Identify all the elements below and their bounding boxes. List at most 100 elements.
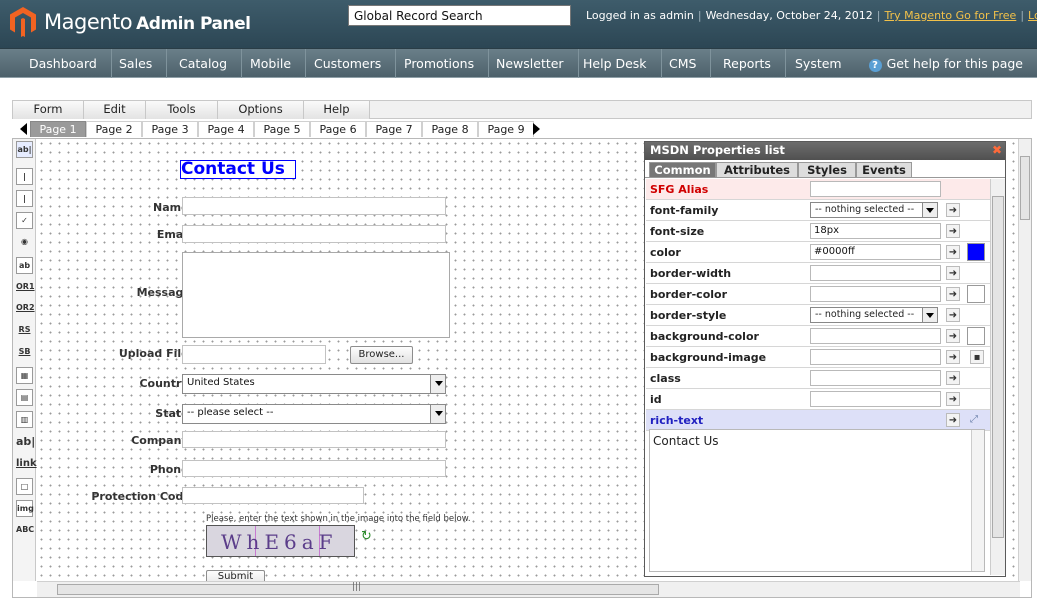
font-size-input[interactable]: 18px [810, 223, 941, 239]
close-icon[interactable]: ✖ [992, 142, 1002, 159]
nav-item-dashboard[interactable]: Dashboard [15, 49, 112, 78]
logout-link[interactable]: Log Out [1028, 9, 1037, 22]
sfg-alias-input[interactable] [810, 181, 941, 197]
page-tab-9[interactable]: Page 9 [478, 121, 534, 137]
tab-styles[interactable]: Styles [798, 162, 856, 178]
apply-icon[interactable]: ➜ [946, 224, 960, 238]
menu-tools[interactable]: Tools [146, 101, 218, 119]
captcha-tool-icon[interactable]: ABC [16, 522, 34, 539]
option-group-2-tool-icon[interactable]: OR2 [16, 300, 35, 317]
page-tab-3[interactable]: Page 3 [142, 121, 198, 137]
browse-button[interactable]: Browse... [350, 346, 413, 364]
label-tool-icon[interactable]: ab [16, 257, 33, 274]
text-tool-icon[interactable]: ab| [16, 434, 35, 451]
link-tool-icon[interactable]: link [16, 456, 37, 473]
protection-code-field[interactable] [182, 487, 364, 504]
border-color-input[interactable] [810, 286, 941, 302]
background-image-input[interactable] [810, 349, 941, 365]
font-family-select[interactable]: -- nothing selected -- [810, 202, 938, 218]
menu-edit[interactable]: Edit [84, 101, 146, 119]
id-input[interactable] [810, 391, 941, 407]
rich-text-editor[interactable]: Contact Us [649, 429, 985, 572]
password-tool-icon[interactable]: | [16, 190, 33, 207]
option-group-1-tool-icon[interactable]: OR1 [16, 279, 35, 296]
apply-icon[interactable]: ➜ [946, 371, 960, 385]
country-select[interactable]: United States [182, 374, 446, 394]
page-tab-7[interactable]: Page 7 [366, 121, 422, 137]
apply-icon[interactable]: ➜ [946, 308, 960, 322]
properties-scrollbar[interactable] [990, 179, 1005, 575]
class-input[interactable] [810, 370, 941, 386]
list-tool-icon[interactable]: ▤ [16, 389, 33, 406]
page-tab-8[interactable]: Page 8 [422, 121, 478, 137]
tab-events[interactable]: Events [856, 162, 912, 178]
reset-tool-icon[interactable]: RS [16, 322, 33, 339]
background-color-swatch[interactable] [967, 327, 985, 345]
nav-item-catalog[interactable]: Catalog [165, 49, 243, 78]
email-field[interactable] [182, 225, 446, 243]
try-magento-go-link[interactable]: Try Magento Go for Free [884, 9, 1016, 22]
apply-icon[interactable]: ➜ [946, 203, 960, 217]
nav-item-sales[interactable]: Sales [105, 49, 168, 78]
workspace-vertical-scrollbar[interactable] [1018, 139, 1031, 581]
border-width-input[interactable] [810, 265, 941, 281]
nav-item-newsletter[interactable]: Newsletter [482, 49, 579, 78]
nav-item-promotions[interactable]: Promotions [390, 49, 490, 78]
nav-item-cms[interactable]: CMS [655, 49, 712, 78]
page-tab-1[interactable]: Page 1 [30, 121, 86, 137]
box-tool-icon[interactable]: □ [16, 478, 33, 495]
refresh-captcha-icon[interactable]: ↻ [361, 529, 372, 544]
apply-icon[interactable]: ➜ [946, 392, 960, 406]
table-tool-icon[interactable]: ▥ [16, 411, 33, 428]
border-style-select[interactable]: -- nothing selected -- [810, 307, 938, 323]
tab-common[interactable]: Common [649, 162, 716, 178]
apply-icon[interactable]: ➜ [946, 329, 960, 343]
background-color-input[interactable] [810, 328, 941, 344]
grid-tool-icon[interactable]: ▦ [16, 367, 33, 384]
menu-options[interactable]: Options [218, 101, 304, 119]
image-tool-icon[interactable]: img [16, 500, 34, 517]
upload-file-input[interactable] [182, 345, 326, 364]
magento-logo[interactable]: Magento Admin Panel [10, 6, 251, 38]
menu-help[interactable]: Help [304, 101, 370, 119]
page-tab-2[interactable]: Page 2 [86, 121, 142, 137]
phone-field[interactable] [182, 460, 446, 477]
rich-text-scrollbar[interactable] [971, 430, 984, 571]
checkbox-tool-icon[interactable]: ✓ [16, 212, 33, 229]
page-tab-4[interactable]: Page 4 [198, 121, 254, 137]
logged-in-text: Logged in as admin [586, 9, 694, 22]
tabs-left-arrow-icon[interactable] [20, 123, 27, 135]
textbox-tool-icon[interactable]: | [16, 168, 33, 185]
state-select[interactable]: -- please select -- [182, 404, 446, 424]
nav-item-customers[interactable]: Customers [300, 49, 397, 78]
nav-item-reports[interactable]: Reports [709, 49, 786, 78]
nav-item-help-desk[interactable]: Help Desk [569, 49, 662, 78]
border-color-swatch[interactable] [967, 285, 985, 303]
apply-icon[interactable]: ➜ [946, 287, 960, 301]
apply-icon[interactable]: ➜ [946, 350, 960, 364]
tab-attributes[interactable]: Attributes [716, 162, 798, 178]
apply-icon[interactable]: ➜ [946, 266, 960, 280]
image-picker-icon[interactable]: ▪ [970, 350, 984, 364]
tabs-right-arrow-icon[interactable] [533, 123, 540, 135]
company-field[interactable] [182, 431, 446, 448]
message-textarea[interactable] [182, 252, 450, 338]
name-field[interactable] [182, 197, 446, 215]
page-tab-6[interactable]: Page 6 [310, 121, 366, 137]
radio-tool-icon[interactable]: ◉ [16, 234, 33, 251]
global-search-input[interactable] [348, 5, 571, 26]
expand-icon[interactable]: ⤢ [967, 413, 981, 427]
color-input[interactable]: #0000ff [810, 244, 941, 260]
help-link[interactable]: ? Get help for this page [868, 49, 1023, 78]
nav-item-system[interactable]: System [781, 49, 856, 78]
submit-tool-icon[interactable]: SB [16, 344, 33, 361]
nav-item-mobile[interactable]: Mobile [236, 49, 307, 78]
apply-icon[interactable]: ➜ [946, 245, 960, 259]
color-swatch[interactable] [967, 243, 985, 261]
contact-us-title[interactable]: Contact Us [180, 160, 296, 179]
workspace-horizontal-scrollbar[interactable]: ||| [37, 581, 1020, 597]
menu-form[interactable]: Form [13, 101, 84, 119]
apply-icon[interactable]: ➜ [946, 413, 960, 427]
page-tab-5[interactable]: Page 5 [254, 121, 310, 137]
pointer-tool-icon[interactable]: ab| [16, 141, 33, 158]
